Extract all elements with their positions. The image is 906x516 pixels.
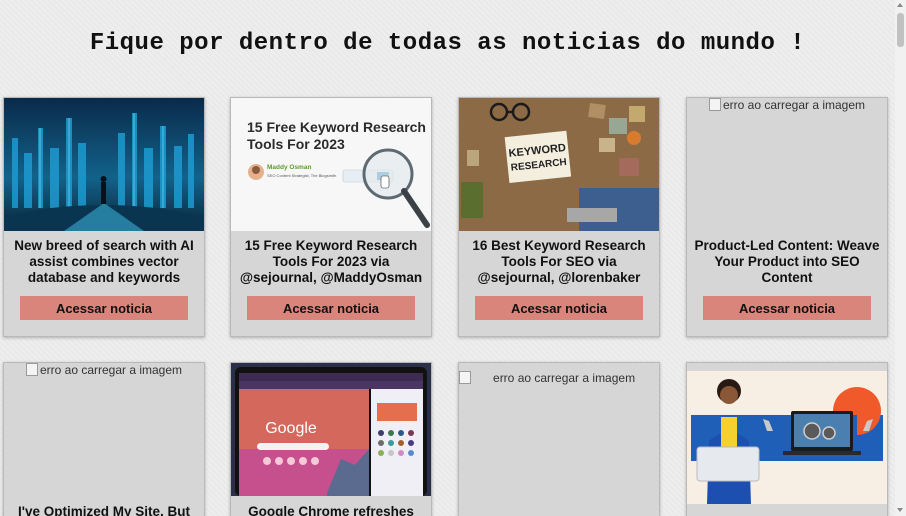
news-title: I've Optimized My Site, But: [18, 504, 190, 516]
broken-image-placeholder[interactable]: erro ao carregar a imagem: [4, 363, 204, 496]
news-card: erro ao carregar a imagem: [458, 362, 660, 516]
access-news-button[interactable]: Acessar noticia: [20, 296, 188, 320]
news-title: 15 Free Keyword Research Tools For 2023 …: [239, 238, 423, 285]
broken-image-placeholder[interactable]: erro ao carregar a imagem: [687, 98, 887, 231]
image-error-text: erro ao carregar a imagem: [493, 371, 636, 385]
access-news-button[interactable]: Acessar noticia: [247, 296, 415, 320]
banner-heading-line1: 15 Free Keyword Research: [247, 119, 426, 135]
woman-laptop-illustration: [687, 371, 887, 504]
news-card: 15 Free Keyword Research Tools For 2023 …: [230, 97, 432, 337]
banner-author-name: Maddy Osman: [267, 164, 311, 171]
news-card: erro ao carregar a imagem I've Optimized…: [3, 362, 205, 516]
news-title: Product-Led Content: Weave Your Product …: [694, 238, 880, 285]
news-image-keyword-desk[interactable]: KEYWORD RESEARCH: [459, 98, 659, 231]
access-news-button[interactable]: Acessar noticia: [703, 296, 871, 320]
news-image-chrome-tablet[interactable]: Google: [231, 363, 431, 496]
news-card: Google Google Chrome refreshes: [230, 362, 432, 516]
news-title: Google Chrome refreshes: [248, 504, 414, 516]
broken-image-icon: [459, 371, 471, 384]
page-headline: Fique por dentro de todas as noticias do…: [89, 30, 806, 57]
news-title: New breed of search with AI assist combi…: [14, 238, 194, 285]
page: Fique por dentro de todas as noticias do…: [0, 0, 895, 516]
access-news-button[interactable]: Acessar noticia: [475, 296, 643, 320]
news-title: 16 Best Keyword Research Tools For SEO v…: [472, 238, 646, 285]
news-image-futuristic-city[interactable]: [4, 98, 204, 231]
scroll-down-arrow-icon[interactable]: [897, 508, 903, 512]
broken-image-icon: [708, 98, 721, 111]
banner-author-role: SEO Content Strategist, The Blogsmith: [267, 173, 336, 178]
news-card: New breed of search with AI assist combi…: [3, 97, 205, 337]
keyword-tools-banner-image: 15 Free Keyword Research Tools For 2023 …: [231, 98, 431, 231]
image-error-text: erro ao carregar a imagem: [722, 98, 866, 112]
news-card: erro ao carregar a imagem Product-Led Co…: [686, 97, 888, 337]
news-card: KEYWORD RESEARCH 16 Best Keyword Researc…: [458, 97, 660, 337]
scrollbar-thumb[interactable]: [897, 13, 904, 47]
image-error-text: erro ao carregar a imagem: [39, 363, 183, 377]
banner-heading-line2: Tools For 2023: [247, 136, 345, 152]
news-image-keyword-tools[interactable]: 15 Free Keyword Research Tools For 2023 …: [231, 98, 431, 231]
keyword-research-desk-image: KEYWORD RESEARCH: [459, 98, 659, 231]
scroll-up-arrow-icon[interactable]: [897, 3, 903, 7]
broken-image-icon: [25, 363, 38, 376]
page-scrollbar[interactable]: [895, 0, 906, 516]
futuristic-city-image: [4, 98, 204, 231]
chrome-tablet-image: Google: [231, 363, 431, 496]
news-image-woman-laptop[interactable]: [687, 371, 887, 504]
broken-image-placeholder[interactable]: erro ao carregar a imagem: [459, 371, 659, 504]
news-card: [686, 362, 888, 516]
google-logo: Google: [265, 420, 317, 437]
